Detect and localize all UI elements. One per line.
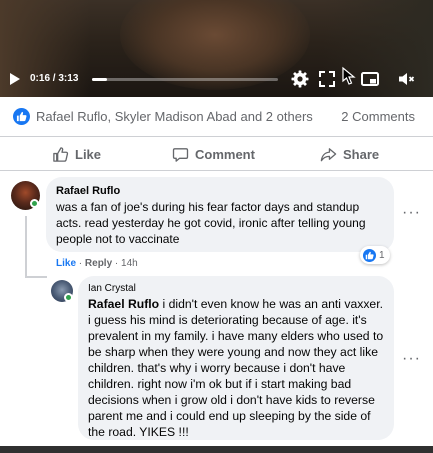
comment-timestamp[interactable]: 14h	[121, 258, 138, 269]
progress-bar[interactable]	[92, 78, 278, 81]
like-reaction-icon	[363, 248, 376, 262]
pointer-cursor-icon	[339, 66, 359, 86]
progress-fill	[92, 78, 108, 81]
facebook-post: 0:16 / 3:13 Rafael Ruflo, Skyler Madison…	[0, 0, 433, 453]
comment-meta: Like · Reply · 14h	[56, 258, 138, 269]
comment-bubble-icon	[172, 147, 189, 162]
miniplayer-icon[interactable]	[360, 69, 380, 89]
video-controls: 0:16 / 3:13	[0, 66, 433, 92]
comment-like-link[interactable]: Like	[56, 258, 76, 269]
comment-body: i didn't even know he was an anti vaxxer…	[88, 297, 384, 439]
window-bottom-edge	[0, 446, 433, 453]
reactors-list[interactable]: Rafael Ruflo, Skyler Madison Abad and 2 …	[36, 109, 313, 124]
comment-author[interactable]: Ian Crystal	[88, 283, 136, 294]
post-action-bar: Like Comment Share	[0, 137, 433, 171]
share-label: Share	[343, 146, 380, 162]
video-player[interactable]: 0:16 / 3:13	[0, 0, 433, 97]
like-reaction-icon[interactable]	[13, 108, 30, 125]
reactions-summary: Rafael Ruflo, Skyler Madison Abad and 2 …	[0, 97, 433, 137]
duration: 3:13	[58, 73, 79, 84]
video-time: 0:16 / 3:13	[30, 73, 79, 84]
comment-count-link[interactable]: 2 Comments	[341, 109, 415, 124]
online-status-dot	[64, 293, 73, 302]
comment-reactions[interactable]: 1	[360, 246, 390, 264]
reply-bubble: Ian Crystal Rafael Ruflo i didn't even k…	[78, 276, 394, 440]
online-status-dot	[30, 199, 39, 208]
reaction-count: 1	[379, 249, 385, 261]
play-icon[interactable]	[10, 73, 20, 85]
comment-bubble: Rafael Ruflo was a fan of joe's during h…	[46, 177, 394, 252]
mention-link[interactable]: Rafael Ruflo	[88, 297, 159, 311]
thread-connector	[25, 276, 47, 278]
comment-label: Comment	[195, 146, 255, 162]
like-button[interactable]: Like	[52, 145, 101, 163]
thread-connector	[25, 216, 27, 276]
comment-author[interactable]: Rafael Ruflo	[56, 185, 120, 197]
current-time: 0:16	[30, 73, 51, 84]
comment-more-options-icon[interactable]: ···	[402, 350, 421, 368]
like-label: Like	[75, 146, 102, 162]
share-button[interactable]: Share	[320, 145, 379, 163]
settings-gear-icon[interactable]	[290, 69, 310, 89]
mute-volume-icon[interactable]	[396, 69, 416, 89]
fullscreen-expand-icon[interactable]	[317, 69, 337, 89]
comment-reply-link[interactable]: Reply	[85, 258, 112, 269]
comment-text: Rafael Ruflo i didn't even know he was a…	[88, 296, 388, 440]
comment-more-options-icon[interactable]: ···	[402, 204, 421, 222]
thumbs-up-icon	[53, 146, 69, 162]
comment-button[interactable]: Comment	[172, 145, 255, 163]
share-arrow-icon	[320, 147, 337, 161]
comment-text: was a fan of joe's during his fear facto…	[56, 200, 366, 246]
